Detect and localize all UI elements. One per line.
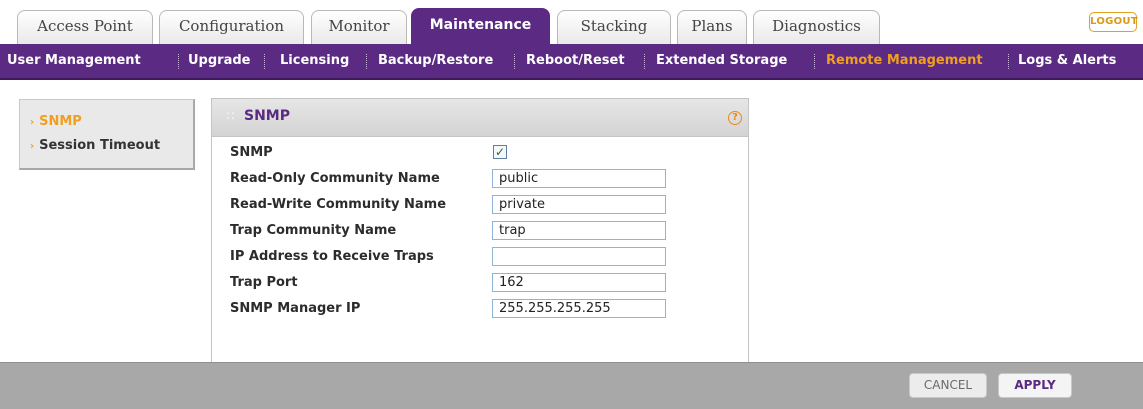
chevron-right-icon: › bbox=[30, 117, 35, 128]
trap-port-input[interactable] bbox=[492, 273, 666, 292]
panel-title: SNMP bbox=[244, 108, 290, 124]
tab-access-point[interactable]: Access Point bbox=[17, 10, 153, 44]
tab-maintenance[interactable]: Maintenance bbox=[411, 8, 550, 44]
subnav-divider bbox=[1008, 54, 1009, 69]
read-write-community-label: Read-Write Community Name bbox=[230, 197, 447, 212]
sidenav-item-snmp[interactable]: › SNMP bbox=[30, 114, 82, 129]
trap-port-label: Trap Port bbox=[230, 275, 298, 290]
sidenav-item-label: Session Timeout bbox=[39, 138, 161, 153]
tab-stacking[interactable]: Stacking bbox=[557, 10, 671, 44]
subnav-divider bbox=[814, 54, 815, 69]
cancel-button[interactable]: CANCEL bbox=[909, 373, 987, 398]
read-write-community-row: Read-Write Community Name bbox=[212, 193, 748, 219]
trap-community-input[interactable] bbox=[492, 221, 666, 240]
trap-ip-input[interactable] bbox=[492, 247, 666, 266]
subnav-remote-management[interactable]: Remote Management bbox=[826, 44, 983, 78]
subnav-backup-restore[interactable]: Backup/Restore bbox=[378, 44, 493, 78]
apply-button[interactable]: APPLY bbox=[998, 373, 1072, 398]
action-bar: CANCEL APPLY bbox=[0, 362, 1143, 409]
help-icon[interactable]: ? bbox=[728, 111, 742, 125]
subnav-divider bbox=[178, 54, 179, 69]
read-only-community-input[interactable] bbox=[492, 169, 666, 188]
logout-button[interactable]: LOGOUT bbox=[1089, 12, 1138, 32]
chevron-right-icon: › bbox=[30, 141, 35, 152]
subnav-user-management[interactable]: User Management bbox=[7, 44, 141, 78]
trap-port-row: Trap Port bbox=[212, 271, 748, 297]
subnav-divider bbox=[514, 54, 515, 69]
sidenav-item-label: SNMP bbox=[39, 114, 82, 129]
trap-community-row: Trap Community Name bbox=[212, 219, 748, 245]
tab-monitor[interactable]: Monitor bbox=[311, 10, 407, 44]
snmp-manager-ip-row: SNMP Manager IP bbox=[212, 297, 748, 323]
checkmark-icon: ✓ bbox=[494, 145, 506, 159]
trap-community-label: Trap Community Name bbox=[230, 223, 397, 238]
read-only-community-label: Read-Only Community Name bbox=[230, 171, 440, 186]
tab-diagnostics[interactable]: Diagnostics bbox=[753, 10, 880, 44]
subnav-divider bbox=[366, 54, 367, 69]
top-tab-bar: Access Point Configuration Monitor Maint… bbox=[0, 0, 1143, 44]
panel-header: :: SNMP ? bbox=[212, 99, 748, 137]
subnav-reboot-reset[interactable]: Reboot/Reset bbox=[526, 44, 625, 78]
subnav-upgrade[interactable]: Upgrade bbox=[188, 44, 250, 78]
read-write-community-input[interactable] bbox=[492, 195, 666, 214]
snmp-manager-ip-input[interactable] bbox=[492, 299, 666, 318]
snmp-enable-row: SNMP ✓ bbox=[212, 141, 748, 167]
subnav-licensing[interactable]: Licensing bbox=[280, 44, 349, 78]
trap-ip-label: IP Address to Receive Traps bbox=[230, 249, 434, 264]
trap-ip-row: IP Address to Receive Traps bbox=[212, 245, 748, 271]
subnav-logs-alerts[interactable]: Logs & Alerts bbox=[1018, 44, 1116, 78]
sidenav-item-session-timeout[interactable]: › Session Timeout bbox=[30, 138, 160, 153]
tab-configuration[interactable]: Configuration bbox=[159, 10, 304, 44]
maintenance-subnav: User Management Upgrade Licensing Backup… bbox=[0, 44, 1143, 80]
snmp-enable-checkbox[interactable]: ✓ bbox=[493, 145, 507, 159]
read-only-community-row: Read-Only Community Name bbox=[212, 167, 748, 193]
drag-handle-icon: :: bbox=[226, 108, 237, 122]
subnav-divider bbox=[644, 54, 645, 69]
side-nav: › SNMP › Session Timeout bbox=[19, 99, 195, 170]
subnav-divider bbox=[264, 54, 265, 69]
tab-plans[interactable]: Plans bbox=[677, 10, 747, 44]
snmp-label: SNMP bbox=[230, 145, 273, 160]
snmp-manager-ip-label: SNMP Manager IP bbox=[230, 301, 361, 316]
subnav-extended-storage[interactable]: Extended Storage bbox=[656, 44, 787, 78]
